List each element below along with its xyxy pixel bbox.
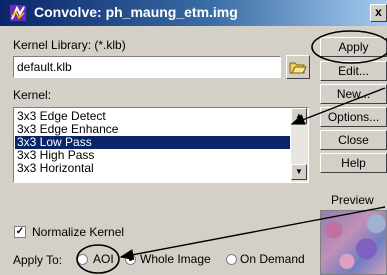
kernel-list-item[interactable]: 3x3 Horizontal: [15, 162, 290, 175]
on-demand-label: On Demand: [240, 252, 305, 266]
preview-image[interactable]: [320, 210, 387, 275]
title-bar: Convolve: ph_maung_etm.img x: [0, 0, 387, 26]
scroll-up-button[interactable]: ▲: [291, 108, 307, 124]
help-button[interactable]: Help: [320, 153, 387, 173]
app-icon: [10, 5, 26, 21]
close-button[interactable]: Close: [320, 130, 387, 150]
on-demand-radio[interactable]: [226, 254, 237, 265]
kernel-library-field[interactable]: default.klb: [13, 56, 281, 78]
kernel-library-value: default.klb: [17, 60, 72, 74]
scroll-down-button[interactable]: ▼: [291, 164, 307, 180]
apply-button[interactable]: Apply: [320, 37, 387, 57]
aoi-radio[interactable]: [77, 254, 88, 265]
close-window-button[interactable]: x: [370, 4, 387, 22]
whole-image-label: Whole Image: [140, 252, 211, 266]
browse-folder-button[interactable]: [286, 55, 310, 79]
folder-icon: [289, 62, 307, 74]
preview-label: Preview: [331, 193, 374, 207]
apply-to-label: Apply To:: [13, 253, 63, 267]
window-title: Convolve: ph_maung_etm.img: [34, 4, 238, 20]
options-button[interactable]: Options...: [320, 107, 387, 127]
whole-image-radio[interactable]: [125, 254, 136, 265]
edit-button[interactable]: Edit...: [320, 61, 387, 81]
normalize-checkbox[interactable]: ✓: [14, 226, 26, 238]
kernel-label: Kernel:: [13, 88, 52, 102]
normalize-label: Normalize Kernel: [32, 225, 125, 239]
new-button[interactable]: New...: [320, 84, 387, 104]
scrollbar[interactable]: ▲ ▼: [291, 108, 308, 182]
kernel-listbox[interactable]: 3x3 Edge Detect 3x3 Edge Enhance 3x3 Low P…: [13, 107, 309, 183]
aoi-label: AOI: [93, 252, 114, 266]
kernel-library-label: Kernel Library: (*.klb): [13, 38, 126, 52]
